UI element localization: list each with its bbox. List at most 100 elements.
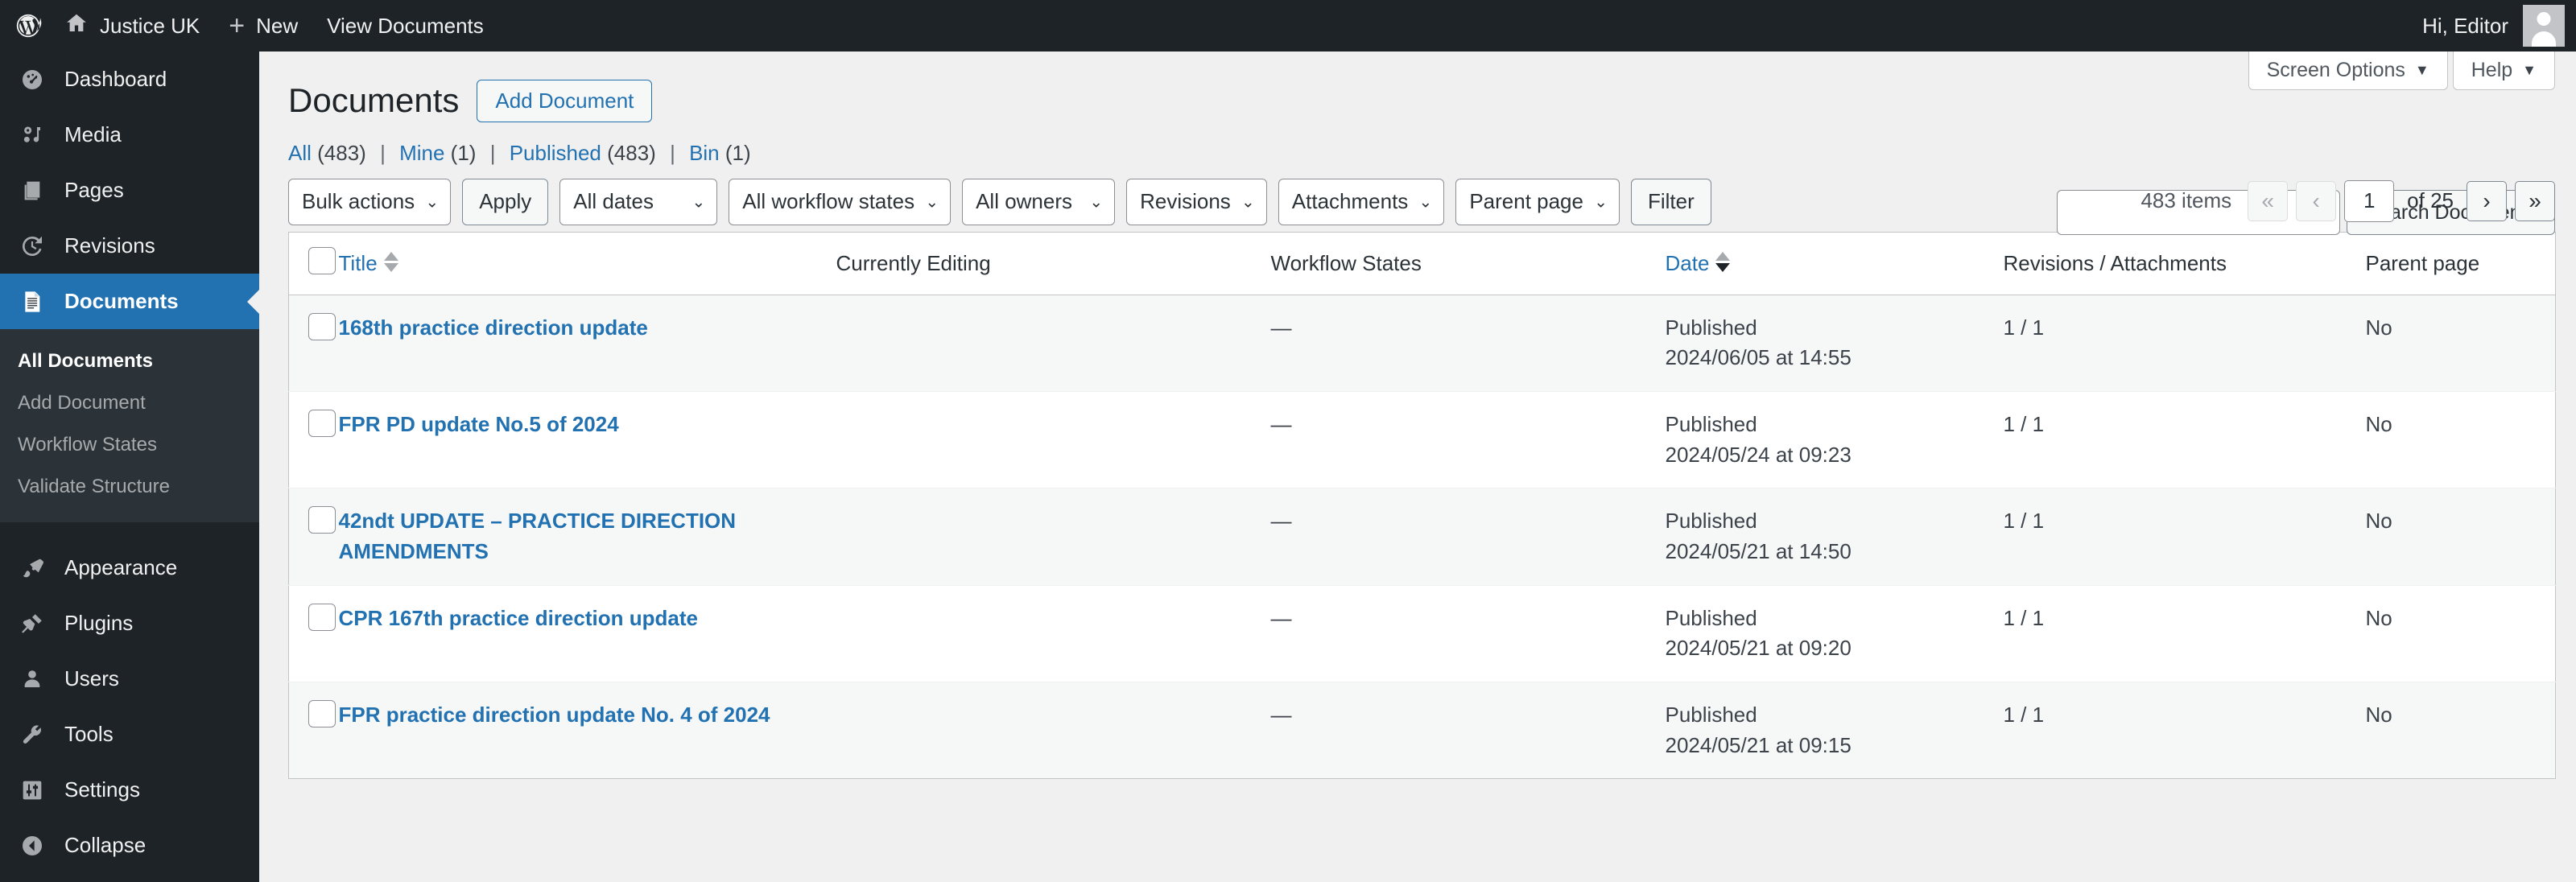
sidebar-item-label: Appearance: [64, 555, 178, 579]
sidebar-item-pages[interactable]: Pages: [0, 163, 259, 218]
column-header-checkbox: [288, 232, 339, 295]
sidebar-item-plugins[interactable]: Plugins: [0, 596, 259, 651]
filter-button[interactable]: Filter: [1630, 178, 1711, 225]
sidebar-item-settings[interactable]: Settings: [0, 762, 259, 818]
attachments-filter-select[interactable]: Attachments ⌄: [1278, 178, 1445, 225]
row-workflow-states-cell: —: [1270, 605, 1292, 630]
row-select-checkbox[interactable]: [308, 603, 336, 631]
row-title-cell: 168th practice direction update: [339, 295, 836, 391]
sidebar-item-appearance[interactable]: Appearance: [0, 540, 259, 596]
select-all-checkbox[interactable]: [308, 246, 336, 274]
sidebar-item-collapse[interactable]: Collapse: [0, 818, 259, 873]
row-date-status: Published: [1665, 605, 1757, 630]
caret-down-icon: ▼: [2414, 62, 2429, 78]
row-date-cell: Published 2024/05/21 at 14:50: [1666, 488, 2004, 585]
document-title-link[interactable]: FPR PD update No.5 of 2024: [339, 412, 619, 436]
adminbar-view-documents[interactable]: View Documents: [312, 0, 498, 52]
row-date-value: 2024/05/21 at 09:15: [1665, 732, 1852, 757]
sidebar-item-dashboard[interactable]: Dashboard: [0, 52, 259, 107]
wordpress-logo-icon[interactable]: [0, 0, 50, 52]
row-revisions-attachments-cell: 1 / 1: [2003, 605, 2045, 630]
row-checkbox-cell: [289, 585, 339, 682]
adminbar-site-name[interactable]: Justice UK: [50, 0, 214, 52]
first-page-button[interactable]: «: [2248, 180, 2289, 221]
owners-filter-select[interactable]: All owners ⌄: [962, 178, 1116, 225]
sidebar-item-media[interactable]: Media: [0, 107, 259, 163]
sidebar-item-users[interactable]: Users: [0, 651, 259, 707]
table-row[interactable]: CPR 167th practice direction update — Pu…: [288, 585, 2556, 682]
row-date-cell: Published 2024/05/24 at 09:23: [1666, 391, 2004, 488]
document-icon: [16, 286, 48, 318]
row-date-value: 2024/05/21 at 14:50: [1665, 539, 1852, 564]
submenu-item-all-documents[interactable]: All Documents: [0, 340, 259, 382]
sidebar-submenu-documents: All Documents Add Document Workflow Stat…: [0, 329, 259, 522]
document-title-link[interactable]: 42ndt UPDATE – PRACTICE DIRECTION AMENDM…: [339, 509, 737, 563]
row-select-checkbox[interactable]: [308, 506, 336, 534]
next-page-button[interactable]: ›: [2467, 180, 2507, 221]
last-page-button[interactable]: »: [2515, 180, 2555, 221]
column-header-title[interactable]: Title: [338, 232, 836, 295]
row-date-status: Published: [1665, 703, 1757, 727]
help-button[interactable]: Help ▼: [2452, 52, 2555, 90]
table-nav-top: Bulk actions ⌄ Apply All dates ⌄ All wor…: [259, 166, 2576, 225]
chevron-down-icon: ⌄: [925, 193, 939, 212]
add-document-button[interactable]: Add Document: [477, 79, 653, 122]
date-filter-select[interactable]: All dates ⌄: [559, 178, 718, 225]
sidebar-item-label: Revisions: [64, 233, 155, 258]
document-title-link[interactable]: CPR 167th practice direction update: [339, 606, 698, 630]
row-date-cell: Published 2024/05/21 at 09:15: [1666, 682, 2004, 779]
workflow-states-filter-select[interactable]: All workflow states ⌄: [729, 178, 952, 225]
sidebar-item-tools[interactable]: Tools: [0, 707, 259, 762]
table-row[interactable]: 42ndt UPDATE – PRACTICE DIRECTION AMENDM…: [288, 488, 2556, 586]
table-row[interactable]: FPR practice direction update No. 4 of 2…: [288, 682, 2556, 779]
collapse-icon: [16, 830, 48, 862]
column-header-workflow-states: Workflow States: [1270, 232, 1666, 295]
prev-page-button[interactable]: ‹: [2296, 180, 2337, 221]
column-header-date-link[interactable]: Date: [1666, 251, 1710, 276]
table-row[interactable]: 168th practice direction update — Publis…: [288, 295, 2556, 392]
parent-page-filter-label: Parent page: [1469, 189, 1583, 214]
bulk-actions-select[interactable]: Bulk actions ⌄: [288, 178, 452, 225]
adminbar-my-account[interactable]: Hi, Editor: [2408, 0, 2576, 52]
sidebar-item-documents[interactable]: Documents: [0, 274, 259, 329]
adminbar-view-label: View Documents: [327, 13, 484, 38]
wrench-icon: [16, 719, 48, 751]
row-checkbox-cell: [289, 391, 339, 488]
apply-button[interactable]: Apply: [462, 178, 549, 225]
row-select-checkbox[interactable]: [308, 409, 336, 437]
column-header-date[interactable]: Date: [1665, 232, 2004, 295]
plug-icon: [16, 608, 48, 640]
row-date-cell: Published 2024/05/21 at 09:20: [1666, 585, 2004, 682]
row-currently-editing-cell: [836, 391, 1271, 488]
current-page-input[interactable]: [2344, 179, 2395, 222]
row-currently-editing-cell: [836, 585, 1271, 682]
date-filter-label: All dates: [573, 189, 654, 214]
sidebar-item-label: Pages: [64, 178, 124, 202]
view-link-bin[interactable]: Bin: [689, 141, 720, 165]
row-workflow-states-cell: —: [1270, 315, 1292, 340]
row-revisions-attachments-cell: 1 / 1: [2003, 703, 2045, 727]
column-header-title-link[interactable]: Title: [339, 251, 378, 276]
revisions-filter-select[interactable]: Revisions ⌄: [1126, 178, 1267, 225]
row-select-checkbox[interactable]: [308, 312, 336, 340]
submenu-item-add-document[interactable]: Add Document: [0, 382, 259, 424]
row-parent-page-cell: No: [2365, 703, 2392, 727]
adminbar-new-content[interactable]: + New: [214, 0, 312, 52]
sidebar-item-revisions[interactable]: Revisions: [0, 218, 259, 274]
submenu-item-workflow-states[interactable]: Workflow States: [0, 424, 259, 466]
row-date-status: Published: [1665, 509, 1757, 534]
chevron-down-icon: ⌄: [691, 193, 706, 212]
document-title-link[interactable]: 168th practice direction update: [339, 315, 648, 340]
sort-desc-icon: [383, 262, 398, 272]
submenu-item-validate-structure[interactable]: Validate Structure: [0, 466, 259, 508]
screen-options-button[interactable]: Screen Options ▼: [2248, 52, 2448, 90]
view-link-published[interactable]: Published: [510, 141, 601, 165]
row-parent-page-cell: No: [2365, 605, 2392, 630]
parent-page-filter-select[interactable]: Parent page ⌄: [1455, 178, 1620, 225]
view-link-mine[interactable]: Mine: [399, 141, 444, 165]
table-row[interactable]: FPR PD update No.5 of 2024 — Published 2…: [288, 391, 2556, 488]
row-select-checkbox[interactable]: [308, 700, 336, 728]
document-title-link[interactable]: FPR practice direction update No. 4 of 2…: [339, 703, 770, 727]
view-link-all[interactable]: All: [288, 141, 312, 165]
content-area: Screen Options ▼ Help ▼ Documents Add Do…: [259, 52, 2576, 882]
